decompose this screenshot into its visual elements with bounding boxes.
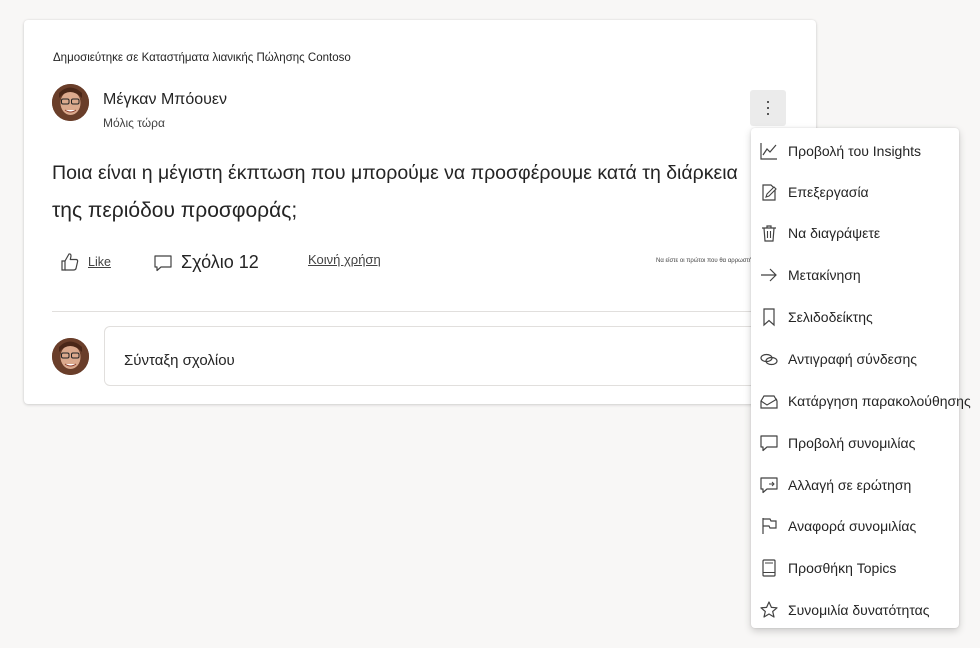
star-icon: [760, 601, 778, 618]
menu-item-label: Αντιγραφή σύνδεσης: [788, 351, 918, 367]
composer-placeholder: Σύνταξη σχολίου: [124, 352, 235, 369]
posted-in-label: Δημοσιεύτηκε σε Καταστήματα λιανικής Πώλ…: [53, 52, 351, 64]
trash-icon: [762, 225, 776, 242]
first-to-react-text: Να είστε οι πρώτοι που θα αρρωστήσετε: [656, 258, 764, 264]
share-button[interactable]: Κοινή χρήση: [308, 252, 381, 267]
like-button[interactable]: Like: [60, 252, 111, 272]
like-label: Like: [88, 255, 111, 269]
menu-item-label: Αλλαγή σε ερώτηση: [788, 477, 912, 493]
post-timestamp: Μόλις τώρα: [103, 116, 165, 130]
book-icon: [762, 559, 776, 577]
menu-item-label: Επεξεργασία: [788, 184, 869, 200]
share-label: Κοινή χρήση: [308, 252, 381, 267]
menu-item-report[interactable]: Αναφορά συνομιλίας: [751, 506, 971, 546]
post-card: Δημοσιεύτηκε σε Καταστήματα λιανικής Πώλ…: [24, 20, 816, 404]
comment-button[interactable]: Σχόλιο 12: [153, 252, 259, 273]
tray-icon: [760, 395, 778, 409]
author-avatar[interactable]: [52, 84, 89, 121]
thumbs-up-icon: [61, 253, 79, 271]
menu-item-edit[interactable]: Επεξεργασία: [751, 172, 971, 212]
chat-swap-icon: [760, 477, 778, 494]
menu-item-view-conversation[interactable]: Προβολή συνομιλίας: [751, 423, 971, 463]
menu-item-delete[interactable]: Να διαγράψετε: [751, 213, 971, 253]
menu-item-label: Προβολή συνομιλίας: [788, 435, 916, 451]
more-options-icon: ⋯: [758, 99, 778, 117]
menu-item-label: Προσθήκη Topics: [788, 560, 897, 576]
more-options-menu: Προβολή του Insights Επεξεργασία Να διαγ…: [751, 128, 971, 628]
question-line-2: της περιόδου προσφοράς;: [52, 199, 298, 222]
bookmark-icon: [763, 308, 775, 327]
menu-item-copy-link[interactable]: Αντιγραφή σύνδεσης: [751, 339, 971, 379]
menu-item-label: Αναφορά συνομιλίας: [788, 518, 917, 534]
menu-item-label: Προβολή του Insights: [788, 143, 922, 159]
flag-icon: [762, 518, 777, 534]
chat-icon: [760, 435, 778, 452]
question-text: Ποια είναι η μέγιστη έκπτωση που μπορούμ…: [52, 154, 762, 230]
menu-item-bookmark[interactable]: Σελιδοδείκτης: [751, 297, 971, 337]
menu-item-label: Μετακίνηση: [788, 267, 861, 283]
menu-item-label: Κατάργηση παρακολούθησης: [788, 393, 971, 409]
arrow-right-icon: [761, 268, 777, 282]
chart-icon: [760, 143, 777, 160]
author-name[interactable]: Μέγκαν Μπόουεν: [103, 91, 227, 109]
menu-item-feature-conversation[interactable]: Συνομιλία δυνατότητας: [751, 590, 971, 630]
link-icon: [760, 353, 778, 366]
divider: [52, 311, 788, 312]
menu-item-insights[interactable]: Προβολή του Insights: [751, 131, 971, 171]
current-user-avatar: [52, 338, 89, 375]
menu-item-add-topics[interactable]: Προσθήκη Topics: [751, 548, 971, 588]
menu-item-unfollow[interactable]: Κατάργηση παρακολούθησης: [751, 381, 971, 421]
more-options-button[interactable]: ⋯: [750, 90, 786, 126]
menu-item-change-to-question[interactable]: Αλλαγή σε ερώτηση: [751, 465, 971, 505]
menu-item-move[interactable]: Μετακίνηση: [751, 255, 971, 295]
question-line-1: Ποια είναι η μέγιστη έκπτωση που μπορούμ…: [52, 162, 738, 184]
edit-icon: [762, 184, 777, 201]
menu-item-label: Σελιδοδείκτης: [788, 309, 873, 325]
menu-item-label: Να διαγράψετε: [788, 225, 881, 241]
comment-label: Σχόλιο 12: [181, 252, 259, 272]
avatar-image: [52, 338, 89, 375]
comment-composer[interactable]: Σύνταξη σχολίου: [104, 326, 786, 386]
comment-icon: [154, 254, 172, 271]
menu-item-label: Συνομιλία δυνατότητας: [788, 602, 930, 618]
avatar-image: [52, 84, 89, 121]
